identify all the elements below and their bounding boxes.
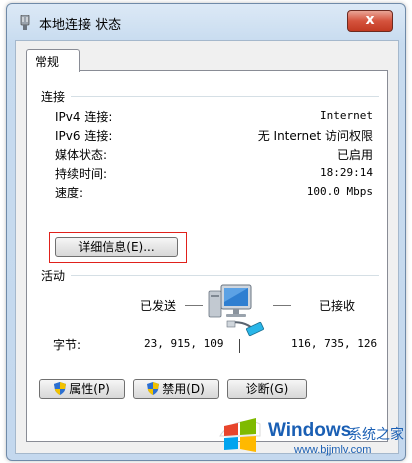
watermark-suffix: 系统之家: [348, 427, 404, 443]
activity-divider-tick: [239, 339, 240, 353]
media-state-value: 已启用: [336, 148, 373, 162]
window-title: 本地连接 状态: [39, 18, 122, 33]
tab-panel: 连接 IPv4 连接: Internet IPv6 连接: 无 Internet…: [26, 70, 388, 442]
bytes-received-value: 116, 735, 126: [291, 337, 378, 350]
uac-shield-icon: [54, 382, 67, 395]
details-button[interactable]: 详细信息(E)...: [55, 237, 178, 257]
speed-value: 100.0 Mbps: [306, 185, 373, 198]
title-bar[interactable]: 本地连接 状态 x: [7, 4, 405, 40]
diagnose-button[interactable]: 诊断(G): [227, 379, 307, 399]
close-button[interactable]: x: [347, 10, 393, 32]
network-computer-icon: [208, 284, 265, 337]
connection-section-label: 连接: [41, 90, 66, 104]
watermark-url: www.bjjmlv.com: [294, 444, 372, 456]
ipv4-label: IPv4 连接:: [55, 110, 113, 124]
tab-general-label: 常规: [35, 55, 60, 69]
disable-button-label: 禁用(D): [162, 382, 205, 396]
received-line: [273, 305, 291, 306]
activity-divider: [71, 275, 379, 276]
uac-shield-icon: [147, 382, 160, 395]
sent-line: [185, 305, 203, 306]
speed-label: 速度:: [55, 186, 84, 200]
ipv6-label: IPv6 连接:: [55, 129, 113, 143]
properties-button-label: 属性(P): [69, 382, 110, 396]
received-label: 已接收: [319, 299, 356, 313]
ipv4-value: Internet: [320, 109, 373, 122]
windows-logo-icon: [219, 418, 261, 452]
watermark-brand: Windows: [268, 420, 352, 441]
tab-general[interactable]: 常规: [26, 49, 80, 72]
network-adapter-icon: [20, 15, 30, 30]
properties-button[interactable]: 属性(P): [39, 379, 125, 399]
ipv6-value: 无 Internet 访问权限: [257, 129, 373, 143]
dialog-client: 常规 连接 IPv4 连接: Internet IPv6 连接: 无 Inter…: [15, 40, 399, 454]
status-dialog: 本地连接 状态 x 常规 连接 IPv4 连接: Internet IPv6 连…: [6, 3, 406, 461]
duration-value: 18:29:14: [320, 166, 373, 179]
bytes-sent-value: 23, 915, 109: [144, 337, 224, 350]
media-state-label: 媒体状态:: [55, 148, 108, 162]
sent-label: 已发送: [140, 299, 177, 313]
duration-label: 持续时间:: [55, 167, 108, 181]
connection-divider: [71, 96, 379, 97]
activity-section-label: 活动: [41, 269, 66, 283]
site-watermark: Windows 系统之家 www.bjjmlv.com: [210, 410, 412, 463]
bytes-label: 字节:: [53, 338, 82, 352]
disable-button[interactable]: 禁用(D): [133, 379, 219, 399]
